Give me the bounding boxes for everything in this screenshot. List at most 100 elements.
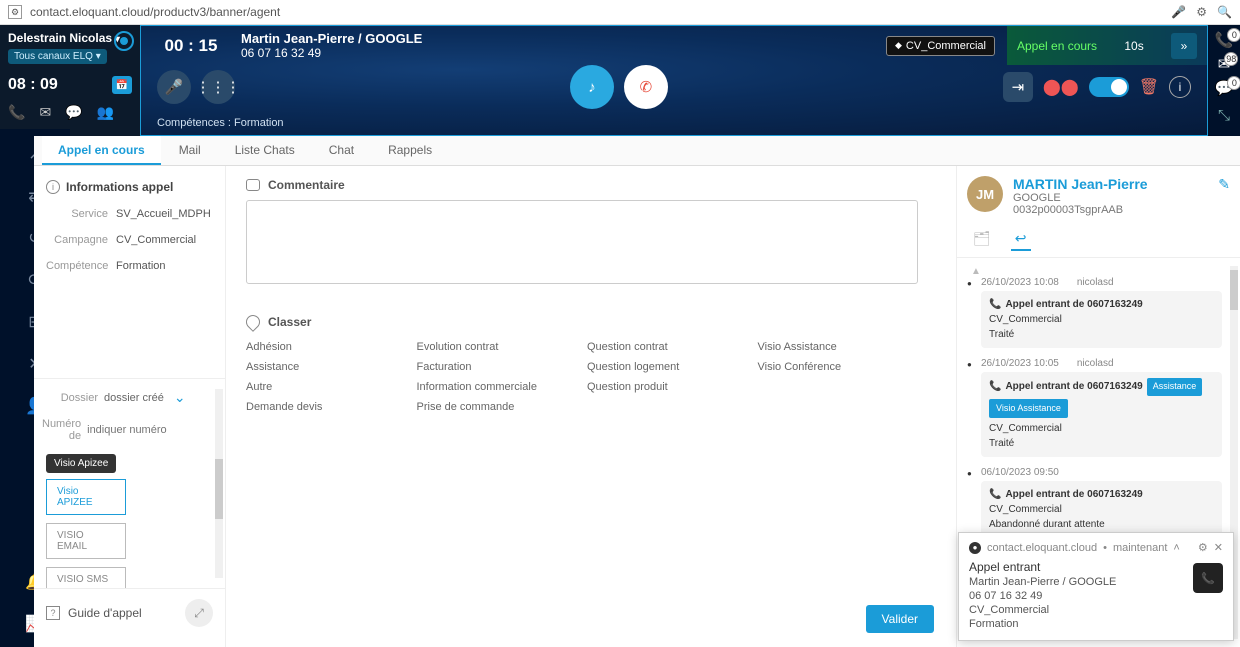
- visio-email-button[interactable]: VISIO EMAIL: [46, 523, 126, 559]
- toast-origin: contact.eloquant.cloud: [987, 542, 1097, 554]
- chat-status-icon[interactable]: 💬: [65, 104, 82, 121]
- phone-channel-icon[interactable]: 📞0: [1215, 31, 1234, 49]
- call-banner: 00 : 15 Martin Jean-Pierre / GOOGLE 06 0…: [140, 25, 1208, 136]
- category-item[interactable]: Information commerciale: [417, 381, 578, 393]
- campaign-tag[interactable]: CV_Commercial: [886, 36, 995, 56]
- incoming-call-icon: 📞: [989, 381, 1001, 392]
- chat-channel-icon[interactable]: 💬0: [1215, 79, 1234, 97]
- comment-icon: [246, 179, 260, 191]
- toast-caller: Martin Jean-Pierre / GOOGLE: [969, 576, 1223, 588]
- category-item[interactable]: Assistance: [246, 361, 407, 373]
- channels-pill[interactable]: Tous canaux ELQ: [8, 49, 107, 64]
- tab-liste-chats[interactable]: Liste Chats: [219, 136, 311, 165]
- category-item[interactable]: Facturation: [417, 361, 578, 373]
- agent-user-block[interactable]: Delestrain Nicolas Tous canaux ELQ: [0, 25, 140, 70]
- tab-mail[interactable]: Mail: [163, 136, 217, 165]
- tab-chat[interactable]: Chat: [313, 136, 370, 165]
- dossier-select[interactable]: dossier créé: [104, 389, 186, 406]
- toast-origin-icon: ●: [969, 542, 981, 554]
- edit-contact-icon[interactable]: ✎: [1218, 176, 1230, 216]
- dossier-scrollbar[interactable]: [215, 389, 223, 578]
- call-status-label: Appel en cours: [1017, 39, 1097, 53]
- comment-title: Commentaire: [268, 178, 345, 192]
- url-text: contact.eloquant.cloud/productv3/banner/…: [30, 5, 280, 19]
- expand-icon[interactable]: ⤢: [185, 599, 213, 627]
- chevron-up-icon[interactable]: ˄: [1173, 542, 1179, 554]
- extensions-icon[interactable]: ⚙: [1196, 5, 1207, 19]
- collapse-icon[interactable]: ⤡: [1218, 107, 1230, 124]
- info-service-value: SV_Accueil_MDPH: [116, 208, 211, 220]
- hangup-button[interactable]: ✆: [624, 65, 668, 109]
- group-status-icon[interactable]: 👥: [97, 104, 114, 121]
- toast-number: 06 07 16 32 49: [969, 590, 1223, 602]
- banner-footer-skills: Compétences : Formation: [141, 113, 1207, 135]
- category-item[interactable]: Autre: [246, 381, 407, 393]
- call-timer: 00 : 15: [141, 36, 241, 56]
- timeline-item[interactable]: 26/10/2023 10:05nicolasd 📞Appel entrant …: [967, 358, 1236, 457]
- zoom-icon[interactable]: 🔍: [1217, 5, 1232, 19]
- category-item[interactable]: Demande devis: [246, 401, 407, 413]
- question-icon: ?: [46, 606, 60, 620]
- incoming-call-icon: 📞: [989, 489, 1001, 500]
- category-item[interactable]: Question logement: [587, 361, 748, 373]
- toast-close-icon[interactable]: ✕: [1214, 541, 1223, 554]
- contact-company: GOOGLE: [1013, 192, 1208, 204]
- toast-when: maintenant: [1113, 542, 1167, 554]
- hold-music-button[interactable]: ♪: [570, 65, 614, 109]
- toast-title: Appel entrant: [969, 560, 1223, 574]
- valider-button[interactable]: Valider: [866, 605, 934, 633]
- numero-input[interactable]: [87, 424, 225, 436]
- calendar-icon[interactable]: 📅: [112, 76, 132, 94]
- mail-channel-icon[interactable]: ✉98: [1218, 55, 1231, 73]
- info-competence-value: Formation: [116, 260, 166, 272]
- visio-sms-button[interactable]: VISIO SMS: [46, 567, 126, 588]
- transfer-button[interactable]: ⇥: [1003, 72, 1033, 102]
- phone-status-icon[interactable]: 📞: [8, 104, 25, 121]
- category-grid: Adhésion Evolution contrat Question cont…: [246, 341, 918, 413]
- tab-appel-en-cours[interactable]: Appel en cours: [42, 136, 161, 165]
- clock-display: 08 : 09 📅: [0, 70, 140, 100]
- dialpad-button[interactable]: ⋮⋮⋮: [201, 70, 235, 104]
- visio-apizee-button[interactable]: Visio APIZEE: [46, 479, 126, 515]
- timeline-item[interactable]: 26/10/2023 10:08nicolasd 📞Appel entrant …: [967, 277, 1236, 348]
- record-indicator-icon: ⬤⬤: [1043, 77, 1079, 97]
- category-item[interactable]: Question produit: [587, 381, 748, 393]
- record-toggle[interactable]: [1089, 77, 1129, 97]
- mail-status-icon[interactable]: ✉: [39, 104, 51, 121]
- timeline-item[interactable]: 06/10/2023 09:50 📞Appel entrant de 06071…: [967, 467, 1236, 538]
- contact-subtab-history[interactable]: ↩: [1011, 228, 1031, 251]
- incoming-call-icon: 📞: [989, 299, 1001, 310]
- info-campagne-value: CV_Commercial: [116, 234, 196, 246]
- agent-status-icon[interactable]: [114, 31, 134, 51]
- answer-call-button[interactable]: 📞: [1193, 563, 1223, 593]
- call-status-slot: Appel en cours 10s »: [1007, 26, 1207, 65]
- visio-tooltip: Visio Apizee: [46, 454, 116, 473]
- category-item[interactable]: Adhésion: [246, 341, 407, 353]
- info-button[interactable]: i: [1169, 76, 1191, 98]
- category-item[interactable]: Visio Assistance: [758, 341, 919, 353]
- skip-button[interactable]: »: [1171, 33, 1197, 59]
- caller-name: Martin Jean-Pierre / GOOGLE: [241, 31, 422, 46]
- incoming-call-toast: ● contact.eloquant.cloud • maintenant ˄ …: [958, 532, 1234, 641]
- category-item[interactable]: Prise de commande: [417, 401, 578, 413]
- category-item[interactable]: Visio Conférence: [758, 361, 919, 373]
- delete-recording-button[interactable]: 🗑: [1139, 77, 1159, 97]
- toast-skill: Formation: [969, 618, 1223, 630]
- mute-button[interactable]: 🎤: [157, 70, 191, 104]
- browser-url-bar: ⚙ contact.eloquant.cloud/productv3/banne…: [0, 0, 1240, 25]
- tab-rappels[interactable]: Rappels: [372, 136, 448, 165]
- site-settings-icon[interactable]: ⚙: [8, 5, 22, 19]
- contact-ref: 0032p00003TsgprAAB: [1013, 204, 1208, 216]
- mic-icon[interactable]: 🎤: [1171, 5, 1186, 19]
- call-status-time: 10s: [1124, 39, 1143, 53]
- contact-name[interactable]: MARTIN Jean-Pierre: [1013, 176, 1208, 192]
- category-item[interactable]: Question contrat: [587, 341, 748, 353]
- toast-settings-icon[interactable]: ⚙: [1198, 541, 1208, 554]
- tag-icon: [243, 312, 263, 332]
- contact-subtab-card[interactable]: 🗂: [969, 228, 995, 251]
- right-notification-rail: 📞0 ✉98 💬0 ⤡: [1208, 25, 1240, 136]
- comment-textarea[interactable]: [246, 200, 918, 284]
- info-icon: i: [46, 180, 60, 194]
- category-item[interactable]: Evolution contrat: [417, 341, 578, 353]
- guide-appel-row[interactable]: ? Guide d'appel ⤢: [34, 588, 225, 637]
